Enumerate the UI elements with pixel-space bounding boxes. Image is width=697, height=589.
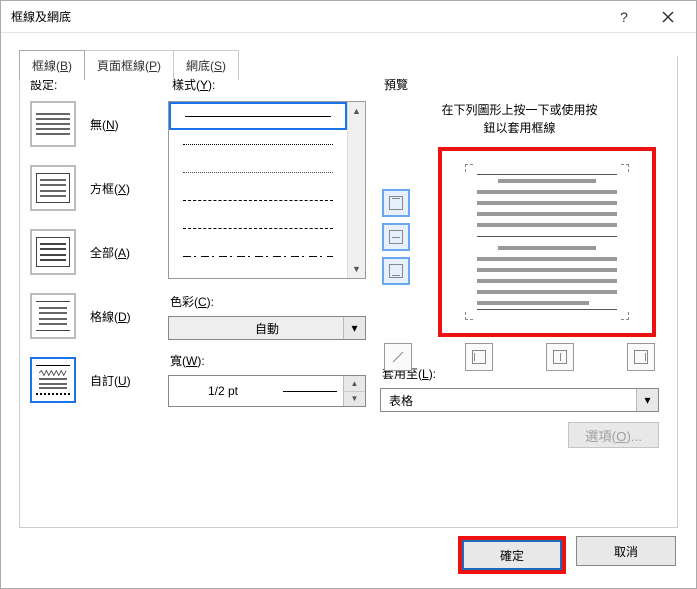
preview-document[interactable] [467, 166, 627, 318]
color-value: 自動 [177, 320, 357, 337]
preview-column: 預覽 在下列圖形上按一下或使用按 鈕以套用框線 [380, 76, 659, 513]
scroll-up-icon[interactable]: ▲ [348, 102, 365, 120]
style-option-dashdot[interactable] [169, 242, 347, 270]
dialog-footer: 確定 取消 [458, 536, 676, 574]
style-option-dotted-1[interactable] [169, 130, 347, 158]
titlebar: 框線及網底 ? [1, 1, 696, 33]
tab-content: 設定: 無(N) 方框(X) [19, 56, 678, 528]
preview-label: 預覽 [380, 76, 659, 93]
zigzag-icon [39, 370, 67, 376]
settings-column: 設定: 無(N) 方框(X) [26, 76, 154, 513]
setting-grid-icon [30, 293, 76, 339]
border-diag-button[interactable] [384, 343, 412, 371]
style-option-solid[interactable] [169, 102, 347, 130]
setting-all-label: 全部(A) [90, 244, 130, 261]
style-option-dotted-2[interactable] [169, 158, 347, 186]
setting-custom-icon [30, 357, 76, 403]
setting-grid-label: 格線(D) [90, 308, 131, 325]
style-option-dashed-2[interactable] [169, 214, 347, 242]
preview-side-buttons [382, 189, 410, 285]
border-vmiddle-button[interactable] [546, 343, 574, 371]
border-left-button[interactable] [465, 343, 493, 371]
style-scrollbar[interactable]: ▲ ▼ [347, 102, 365, 278]
width-label: 寬(W): [170, 352, 366, 369]
style-list-items [169, 102, 347, 278]
tab-borders-label: 框線(B) [32, 59, 72, 73]
borders-shading-dialog: 框線及網底 ? 框線(B) 頁面框線(P) 網底(S) 設定: 無(N) [0, 0, 697, 589]
style-option-dashed-1[interactable] [169, 186, 347, 214]
close-button[interactable] [646, 2, 690, 32]
border-hmiddle-button[interactable] [382, 223, 410, 251]
ok-button[interactable]: 確定 [462, 540, 562, 570]
help-button[interactable]: ? [602, 2, 646, 32]
preview-hint: 在下列圖形上按一下或使用按 鈕以套用框線 [380, 101, 659, 137]
style-listbox[interactable]: ▲ ▼ [168, 101, 366, 279]
style-label: 樣式(Y): [168, 76, 366, 93]
border-bottom-button[interactable] [382, 257, 410, 285]
apply-to-dropdown[interactable]: 表格 ▾ [380, 388, 659, 412]
apply-to-section: 套用至(L): 表格 ▾ 選項(O)... [380, 365, 659, 412]
border-right-button[interactable] [627, 343, 655, 371]
setting-box-label: 方框(X) [90, 180, 130, 197]
style-column: 樣式(Y): ▲ ▼ 色彩(C): 自動 ▾ [168, 76, 366, 513]
setting-box[interactable]: 方框(X) [26, 165, 154, 211]
color-dropdown[interactable]: 自動 ▾ [168, 316, 366, 340]
setting-none-icon [30, 101, 76, 147]
setting-all[interactable]: 全部(A) [26, 229, 154, 275]
dialog-title: 框線及網底 [11, 8, 602, 25]
options-button: 選項(O)... [568, 422, 659, 448]
setting-box-icon [30, 165, 76, 211]
setting-grid[interactable]: 格線(D) [26, 293, 154, 339]
chevron-down-icon: ▾ [636, 389, 658, 411]
tab-borders[interactable]: 框線(B) [19, 50, 85, 80]
setting-none-label: 無(N) [90, 116, 119, 133]
apply-to-value: 表格 [389, 392, 650, 409]
spin-down-icon[interactable]: ▼ [344, 392, 365, 407]
width-value: 1/2 pt [169, 384, 277, 398]
setting-custom-label: 自訂(U) [90, 372, 131, 389]
scroll-track[interactable] [348, 120, 365, 260]
setting-all-icon [30, 229, 76, 275]
width-spinner[interactable]: ▲ ▼ [343, 376, 365, 406]
preview-bottom-buttons [380, 343, 659, 371]
border-top-button[interactable] [382, 189, 410, 217]
scroll-down-icon[interactable]: ▼ [348, 260, 365, 278]
width-dropdown[interactable]: 1/2 pt ▲ ▼ [168, 375, 366, 407]
color-label: 色彩(C): [170, 293, 366, 310]
width-sample-line [283, 391, 337, 392]
ok-highlight: 確定 [458, 536, 566, 574]
cancel-button[interactable]: 取消 [576, 536, 676, 566]
settings-list: 無(N) 方框(X) 全部(A) [26, 101, 154, 403]
preview-highlight [438, 147, 656, 337]
chevron-down-icon: ▾ [343, 317, 365, 339]
setting-none[interactable]: 無(N) [26, 101, 154, 147]
spin-up-icon[interactable]: ▲ [344, 376, 365, 392]
setting-custom[interactable]: 自訂(U) [26, 357, 154, 403]
preview-area [380, 147, 659, 357]
